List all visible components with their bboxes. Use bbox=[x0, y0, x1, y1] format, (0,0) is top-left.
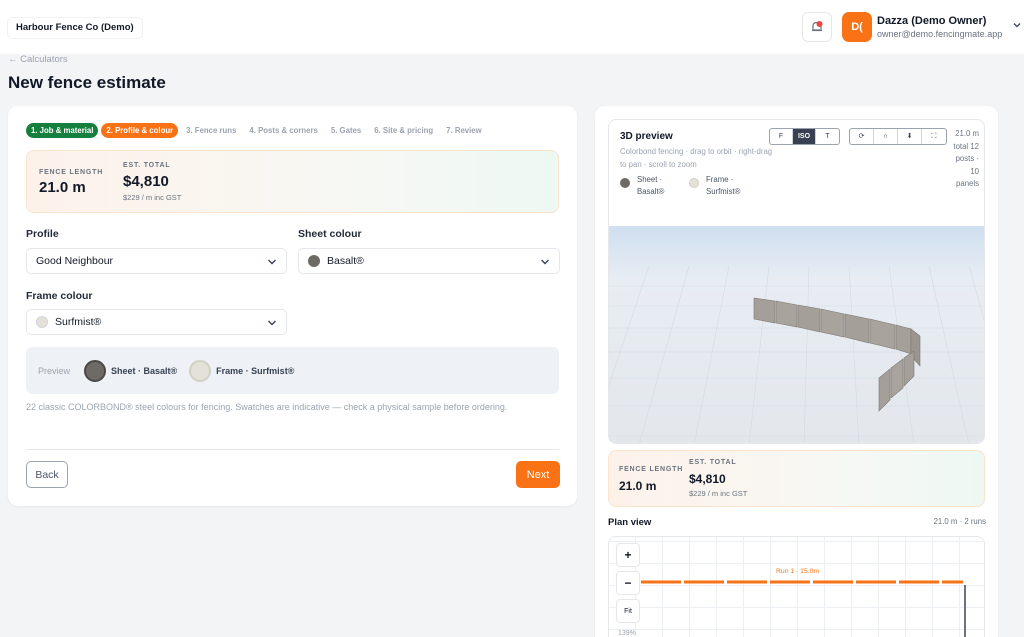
download-icon[interactable]: ⬇ bbox=[898, 129, 922, 144]
estimate-summary-compact: FENCE LENGTH 21.0 m EST. TOTAL $4,810 $2… bbox=[608, 450, 985, 507]
profile-select[interactable]: Good Neighbour bbox=[26, 248, 287, 274]
top-bar: Harbour Fence Co (Demo) D( Dazza (Demo O… bbox=[0, 0, 1024, 54]
next-button[interactable]: Next bbox=[516, 461, 560, 488]
colour-preview: Preview Sheet · Basalt® Frame · Surfmist… bbox=[26, 347, 559, 394]
run-1-label: Run 1 · 15.0m bbox=[776, 568, 820, 575]
frame-colour-value: Surfmist® bbox=[55, 316, 102, 328]
view-top-button[interactable]: T bbox=[816, 129, 839, 144]
zoom-level: 139% bbox=[618, 630, 636, 637]
divider bbox=[26, 449, 559, 450]
frame-swatch-large bbox=[189, 359, 212, 382]
sheet-swatch-large bbox=[84, 359, 107, 382]
zoom-in-button[interactable]: + bbox=[616, 543, 640, 567]
profile-label: Profile bbox=[26, 228, 59, 240]
legend-frame-swatch bbox=[689, 178, 699, 188]
avatar[interactable]: D( bbox=[842, 12, 872, 42]
step-gates[interactable]: 5. Gates bbox=[326, 123, 366, 138]
step-job-material[interactable]: 1. Job & material bbox=[26, 123, 99, 138]
surfmist-swatch bbox=[36, 316, 48, 328]
est-total-value: $4,810 bbox=[689, 472, 726, 486]
company-name[interactable]: Harbour Fence Co (Demo) bbox=[8, 18, 142, 38]
sheet-colour-select[interactable]: Basalt® bbox=[298, 248, 560, 274]
plan-view-title: Plan view bbox=[608, 517, 652, 528]
back-to-calculators-link[interactable]: ← Calculators bbox=[8, 54, 68, 65]
fence-length-value: 21.0 m bbox=[39, 179, 86, 196]
chevron-down-icon bbox=[541, 259, 549, 265]
chevron-down-icon bbox=[268, 320, 276, 326]
legend-sheet: Sheet · Basalt® bbox=[620, 174, 679, 198]
fence-length-label: FENCE LENGTH bbox=[619, 466, 684, 473]
fence-length-value: 21.0 m bbox=[619, 479, 657, 493]
step-fence-runs[interactable]: 3. Fence runs bbox=[181, 123, 241, 138]
preview-card: 3D preview Colorbond fencing · drag to o… bbox=[595, 106, 998, 637]
est-total-label: EST. TOTAL bbox=[689, 459, 737, 466]
reset-view-icon[interactable]: ⟳ bbox=[850, 129, 874, 144]
preview-label: Preview bbox=[38, 365, 71, 376]
frame-colour-label: Frame colour bbox=[26, 290, 93, 302]
legend-frame: Frame · Surfmist® bbox=[689, 174, 748, 198]
toggle-gate-icon[interactable]: ∩ bbox=[874, 129, 898, 144]
step-profile-colour[interactable]: 2. Profile & colour bbox=[101, 123, 179, 138]
est-total-value: $4,810 bbox=[123, 173, 169, 190]
3d-preview-help: Colorbond fencing · drag to orbit · righ… bbox=[620, 147, 773, 169]
bell-icon bbox=[812, 21, 823, 32]
back-button[interactable]: Back bbox=[26, 461, 68, 488]
view-front-button[interactable]: F bbox=[770, 129, 793, 144]
chevron-down-icon[interactable] bbox=[1012, 20, 1022, 30]
colour-note: 22 classic COLORBOND® steel colours for … bbox=[26, 402, 508, 412]
plan-runs bbox=[641, 580, 966, 637]
zoom-out-button[interactable]: − bbox=[616, 571, 640, 595]
fit-button[interactable]: Fit bbox=[616, 599, 640, 623]
preview-frame-text: Frame · Surfmist® bbox=[216, 365, 295, 376]
rate-per-metre: $229 / m inc GST bbox=[123, 193, 182, 202]
estimate-summary: FENCE LENGTH 21.0 m EST. TOTAL $4,810 $2… bbox=[26, 150, 559, 213]
notification-button[interactable] bbox=[802, 12, 832, 42]
legend-sheet-swatch bbox=[620, 178, 630, 188]
3d-preview-title: 3D preview bbox=[620, 131, 673, 142]
fence-stats: 21.0 m total 12 posts · 10 panels bbox=[953, 129, 979, 188]
legend-sheet-text: Sheet · Basalt® bbox=[637, 175, 665, 196]
view-iso-button[interactable]: ISO bbox=[793, 129, 816, 144]
sheet-colour-label: Sheet colour bbox=[298, 228, 362, 240]
preview-sheet-text: Sheet · Basalt® bbox=[111, 365, 178, 376]
step-review[interactable]: 7. Review bbox=[441, 123, 487, 138]
viewer-controls: ⟳ ∩ ⬇ ⛶ bbox=[849, 128, 947, 145]
fence-panels bbox=[753, 297, 921, 412]
chevron-down-icon bbox=[268, 259, 276, 265]
user-email: owner@demo.fencingmate.app bbox=[877, 29, 1003, 39]
3d-preview: 3D preview Colorbond fencing · drag to o… bbox=[608, 119, 985, 444]
fullscreen-icon[interactable]: ⛶ bbox=[922, 129, 946, 144]
profile-select-value: Good Neighbour bbox=[36, 255, 114, 267]
est-total-label: EST. TOTAL bbox=[123, 162, 171, 169]
estimate-form-card: 1. Job & material 2. Profile & colour 3.… bbox=[8, 106, 577, 506]
user-name[interactable]: Dazza (Demo Owner) bbox=[877, 15, 986, 27]
wizard-steps: 1. Job & material 2. Profile & colour 3.… bbox=[26, 123, 490, 138]
sheet-colour-value: Basalt® bbox=[327, 255, 364, 267]
page-title: New fence estimate bbox=[8, 73, 166, 92]
3d-scene-canvas[interactable] bbox=[609, 226, 984, 443]
view-mode-group: F ISO T bbox=[769, 128, 840, 145]
frame-colour-select[interactable]: Surfmist® bbox=[26, 309, 287, 335]
step-site-pricing[interactable]: 6. Site & pricing bbox=[369, 123, 438, 138]
fence-length-label: FENCE LENGTH bbox=[39, 169, 104, 176]
plan-view-canvas[interactable]: Run 1 · 15.0m + − Fit 139% bbox=[608, 536, 985, 637]
legend-frame-text: Frame · Surfmist® bbox=[706, 175, 741, 196]
rate-per-metre: $229 / m inc GST bbox=[689, 489, 748, 498]
basalt-swatch bbox=[308, 255, 320, 267]
fence-3d-render bbox=[609, 265, 984, 443]
step-posts-corners[interactable]: 4. Posts & corners bbox=[244, 123, 322, 138]
plan-view-meta: 21.0 m · 2 runs bbox=[933, 517, 986, 526]
ground-grid bbox=[609, 265, 984, 443]
